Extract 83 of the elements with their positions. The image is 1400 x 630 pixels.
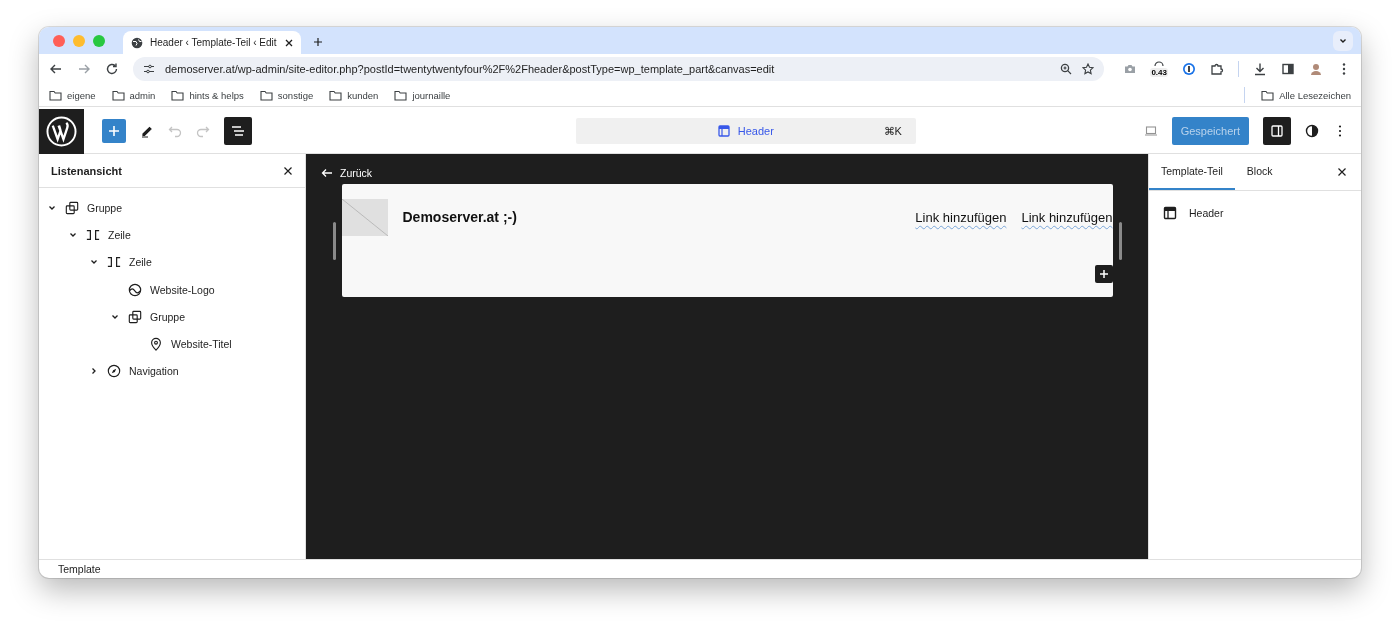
- extension-badge: 0.43: [1150, 68, 1168, 77]
- resize-handle[interactable]: [332, 222, 336, 260]
- breadcrumb[interactable]: Template: [58, 563, 101, 575]
- close-icon[interactable]: [283, 37, 294, 48]
- password-manager-icon[interactable]: [1182, 62, 1196, 76]
- folder-icon: [111, 89, 125, 101]
- layout-icon: [1163, 206, 1177, 220]
- folder-icon: [329, 89, 343, 101]
- panel-tab[interactable]: Block: [1234, 154, 1285, 190]
- w-logo-icon: [46, 115, 77, 147]
- camera-icon[interactable]: [1124, 63, 1137, 75]
- group-icon: [128, 309, 142, 324]
- group-icon: [65, 200, 79, 215]
- list-view-item[interactable]: Website-Logo: [150, 283, 215, 296]
- bookmark-folder[interactable]: kunden: [329, 89, 379, 101]
- puzzle-icon[interactable]: [1210, 62, 1224, 76]
- back-link[interactable]: Zurück: [321, 167, 373, 179]
- star-icon[interactable]: [1082, 63, 1095, 75]
- bookmark-folder[interactable]: journaille: [394, 89, 451, 101]
- close-icon[interactable]: [1337, 167, 1347, 177]
- layout-icon: [717, 125, 730, 137]
- folder-icon: [49, 89, 62, 101]
- close-icon[interactable]: [283, 165, 293, 176]
- download-icon[interactable]: [1253, 62, 1267, 76]
- new-tab-icon[interactable]: [313, 37, 323, 47]
- tab-title: Header ‹ Template-Teil ‹ Edit: [150, 37, 277, 48]
- wordpress-logo[interactable]: [39, 108, 84, 154]
- list-view-item[interactable]: Gruppe: [150, 310, 186, 323]
- list-view-item[interactable]: Navigation: [129, 365, 179, 378]
- row-icon: [107, 255, 121, 270]
- sidebar-icon: [1270, 124, 1284, 138]
- logo-icon: [128, 282, 142, 297]
- settings-panel-button[interactable]: [1263, 117, 1291, 145]
- plus-icon: [108, 125, 120, 137]
- location-pin-icon: [149, 337, 163, 352]
- browser-tab[interactable]: Header ‹ Template-Teil ‹ Edit: [123, 31, 301, 54]
- profile-avatar-icon[interactable]: [1309, 62, 1323, 76]
- tab-search-button[interactable]: [1333, 30, 1353, 51]
- url-text: demoserver.at/wp-admin/site-editor.php?postId=twentytwentyfour%2F%2Fheader&postType=wp_template_part&canvas=edit: [165, 63, 775, 75]
- half-circle-icon[interactable]: [1305, 124, 1319, 138]
- back-arrow-icon[interactable]: [49, 62, 63, 76]
- folder-icon: [394, 89, 408, 101]
- side-panel-icon[interactable]: [1281, 62, 1295, 76]
- panel-tab[interactable]: Template-Teil: [1149, 154, 1235, 190]
- zoom-icon[interactable]: [1060, 63, 1073, 75]
- row-icon: [86, 227, 100, 242]
- address-bar[interactable]: demoserver.at/wp-admin/site-editor.php?postId=twentytwentyfour%2F%2Fheader&postType=wp_template_part&canvas=edit: [133, 57, 1105, 81]
- navigation-link[interactable]: Link hinzufügen: [915, 210, 1007, 225]
- folder-icon: [171, 89, 185, 101]
- list-view-item[interactable]: Website-Titel: [171, 338, 232, 351]
- all-bookmarks-folder[interactable]: Alle Lesezeichen: [1261, 89, 1351, 101]
- list-view-item[interactable]: Zeile: [129, 256, 152, 269]
- compass-icon: [107, 364, 121, 379]
- logo-placeholder[interactable]: [341, 199, 388, 236]
- command-bar[interactable]: Header ⌘K: [575, 118, 916, 144]
- back-arrow-icon: [321, 167, 333, 179]
- laptop-icon[interactable]: [1143, 124, 1158, 138]
- template-part-name: Header: [1189, 207, 1224, 219]
- bookmark-folder[interactable]: admin: [111, 89, 156, 101]
- site-title[interactable]: Demoserver.at ;-): [402, 209, 517, 225]
- speedometer-icon: [1154, 61, 1165, 67]
- document-title: Header: [737, 125, 774, 137]
- add-block-button[interactable]: [1094, 265, 1113, 283]
- extension-button[interactable]: 0.43: [1150, 61, 1168, 77]
- navigation-link[interactable]: Link hinzufügen: [1021, 210, 1113, 225]
- list-view-item[interactable]: Zeile: [108, 228, 131, 241]
- folder-icon: [1261, 89, 1275, 101]
- resize-handle[interactable]: [1118, 222, 1122, 260]
- bookmark-folder[interactable]: hints & helps: [171, 89, 244, 101]
- list-view-item[interactable]: Gruppe: [87, 201, 123, 214]
- bookmark-folder[interactable]: eigene: [49, 89, 96, 101]
- list-view-button[interactable]: [224, 117, 252, 145]
- folder-icon: [259, 89, 273, 101]
- plus-icon: [1098, 269, 1109, 279]
- bookmark-folder[interactable]: sonstige: [259, 89, 314, 101]
- pen-icon[interactable]: [140, 124, 154, 138]
- globe-icon: [131, 36, 143, 49]
- forward-arrow-icon[interactable]: [77, 62, 91, 76]
- list-view-icon: [231, 124, 245, 138]
- reload-icon[interactable]: [105, 62, 119, 76]
- panel-title: Listenansicht: [51, 164, 122, 177]
- site-settings-icon[interactable]: [143, 63, 155, 75]
- keyboard-shortcut: ⌘K: [883, 124, 902, 138]
